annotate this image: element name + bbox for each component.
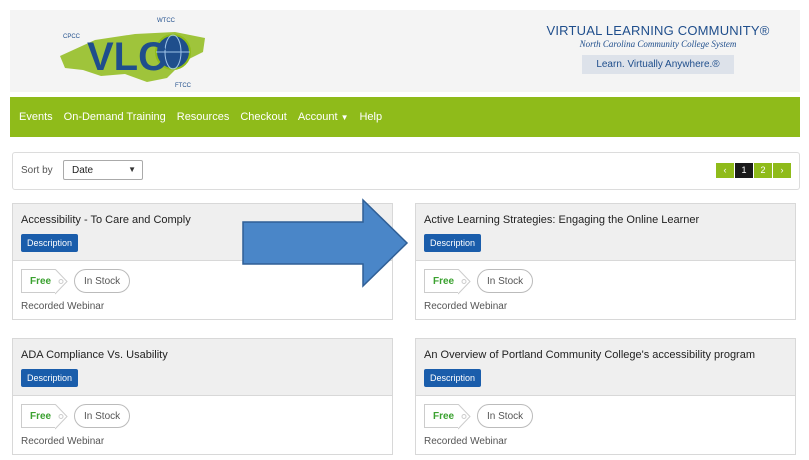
svg-text:FTCC: FTCC [175, 83, 192, 89]
description-button[interactable]: Description [21, 369, 79, 387]
sort-value: Date [72, 165, 94, 176]
product-card: ADA Compliance Vs. Usability Description… [12, 338, 393, 455]
pagination: ‹ 1 2 › [715, 163, 791, 178]
nav-account[interactable]: Account ▼ [298, 111, 349, 123]
product-title[interactable]: Active Learning Strategies: Engaging the… [424, 214, 699, 226]
tag-arrow-icon [55, 269, 68, 295]
product-type: Recorded Webinar [424, 301, 508, 312]
description-button[interactable]: Description [424, 234, 482, 252]
site-header: VLC WTCC CPCC FTCC VIRTUAL LEARNING COMM… [10, 10, 800, 92]
brand-title: VIRTUAL LEARNING COMMUNITY® [546, 23, 770, 38]
product-type: Recorded Webinar [424, 436, 508, 447]
nav-help[interactable]: Help [359, 111, 382, 123]
nav-events[interactable]: Events [19, 111, 53, 123]
svg-text:WTCC: WTCC [157, 18, 176, 24]
stock-badge: In Stock [477, 269, 534, 293]
brand-tagline: Learn. Virtually Anywhere.® [582, 55, 734, 74]
product-title[interactable]: An Overview of Portland Community Colleg… [424, 349, 755, 361]
dropdown-arrow-icon: ▼ [128, 165, 136, 174]
product-type: Recorded Webinar [21, 301, 105, 312]
nav-checkout[interactable]: Checkout [240, 111, 286, 123]
price-free-tag: Free [424, 404, 458, 428]
pager-page-1[interactable]: 1 [735, 163, 753, 178]
sort-select[interactable]: Date ▼ [63, 160, 143, 180]
sort-bar: Sort by Date ▼ ‹ 1 2 › [12, 152, 800, 190]
tag-arrow-icon [458, 404, 471, 430]
price-free-tag: Free [424, 269, 458, 293]
sort-label: Sort by [21, 165, 53, 176]
annotation-arrow-icon [242, 198, 409, 288]
description-button[interactable]: Description [424, 369, 482, 387]
product-card: Active Learning Strategies: Engaging the… [415, 203, 796, 320]
product-title[interactable]: ADA Compliance Vs. Usability [21, 349, 168, 361]
stock-badge: In Stock [74, 269, 131, 293]
price-free-tag: Free [21, 269, 55, 293]
nav-account-label: Account [297, 111, 338, 123]
pager-prev-button[interactable]: ‹ [716, 163, 734, 178]
product-card: An Overview of Portland Community Colleg… [415, 338, 796, 455]
stock-badge: In Stock [477, 404, 534, 428]
price-free-tag: Free [21, 404, 55, 428]
nav-resources[interactable]: Resources [177, 111, 230, 123]
caret-down-icon: ▼ [340, 113, 349, 122]
product-title[interactable]: Accessibility - To Care and Comply [21, 214, 191, 226]
brand-block: VIRTUAL LEARNING COMMUNITY® North Caroli… [528, 23, 788, 74]
product-type: Recorded Webinar [21, 436, 105, 447]
brand-subtitle: North Carolina Community College System [579, 39, 737, 49]
pager-page-2[interactable]: 2 [754, 163, 772, 178]
tag-arrow-icon [55, 404, 68, 430]
stock-badge: In Stock [74, 404, 131, 428]
nav-on-demand-training[interactable]: On-Demand Training [64, 111, 166, 123]
tag-arrow-icon [458, 269, 471, 295]
main-nav: Events On-Demand Training Resources Chec… [10, 97, 800, 137]
svg-text:CPCC: CPCC [63, 34, 81, 40]
description-button[interactable]: Description [21, 234, 79, 252]
svg-text:VLC: VLC [87, 35, 167, 79]
vlc-logo[interactable]: VLC WTCC CPCC FTCC [55, 12, 225, 92]
pager-next-button[interactable]: › [773, 163, 791, 178]
